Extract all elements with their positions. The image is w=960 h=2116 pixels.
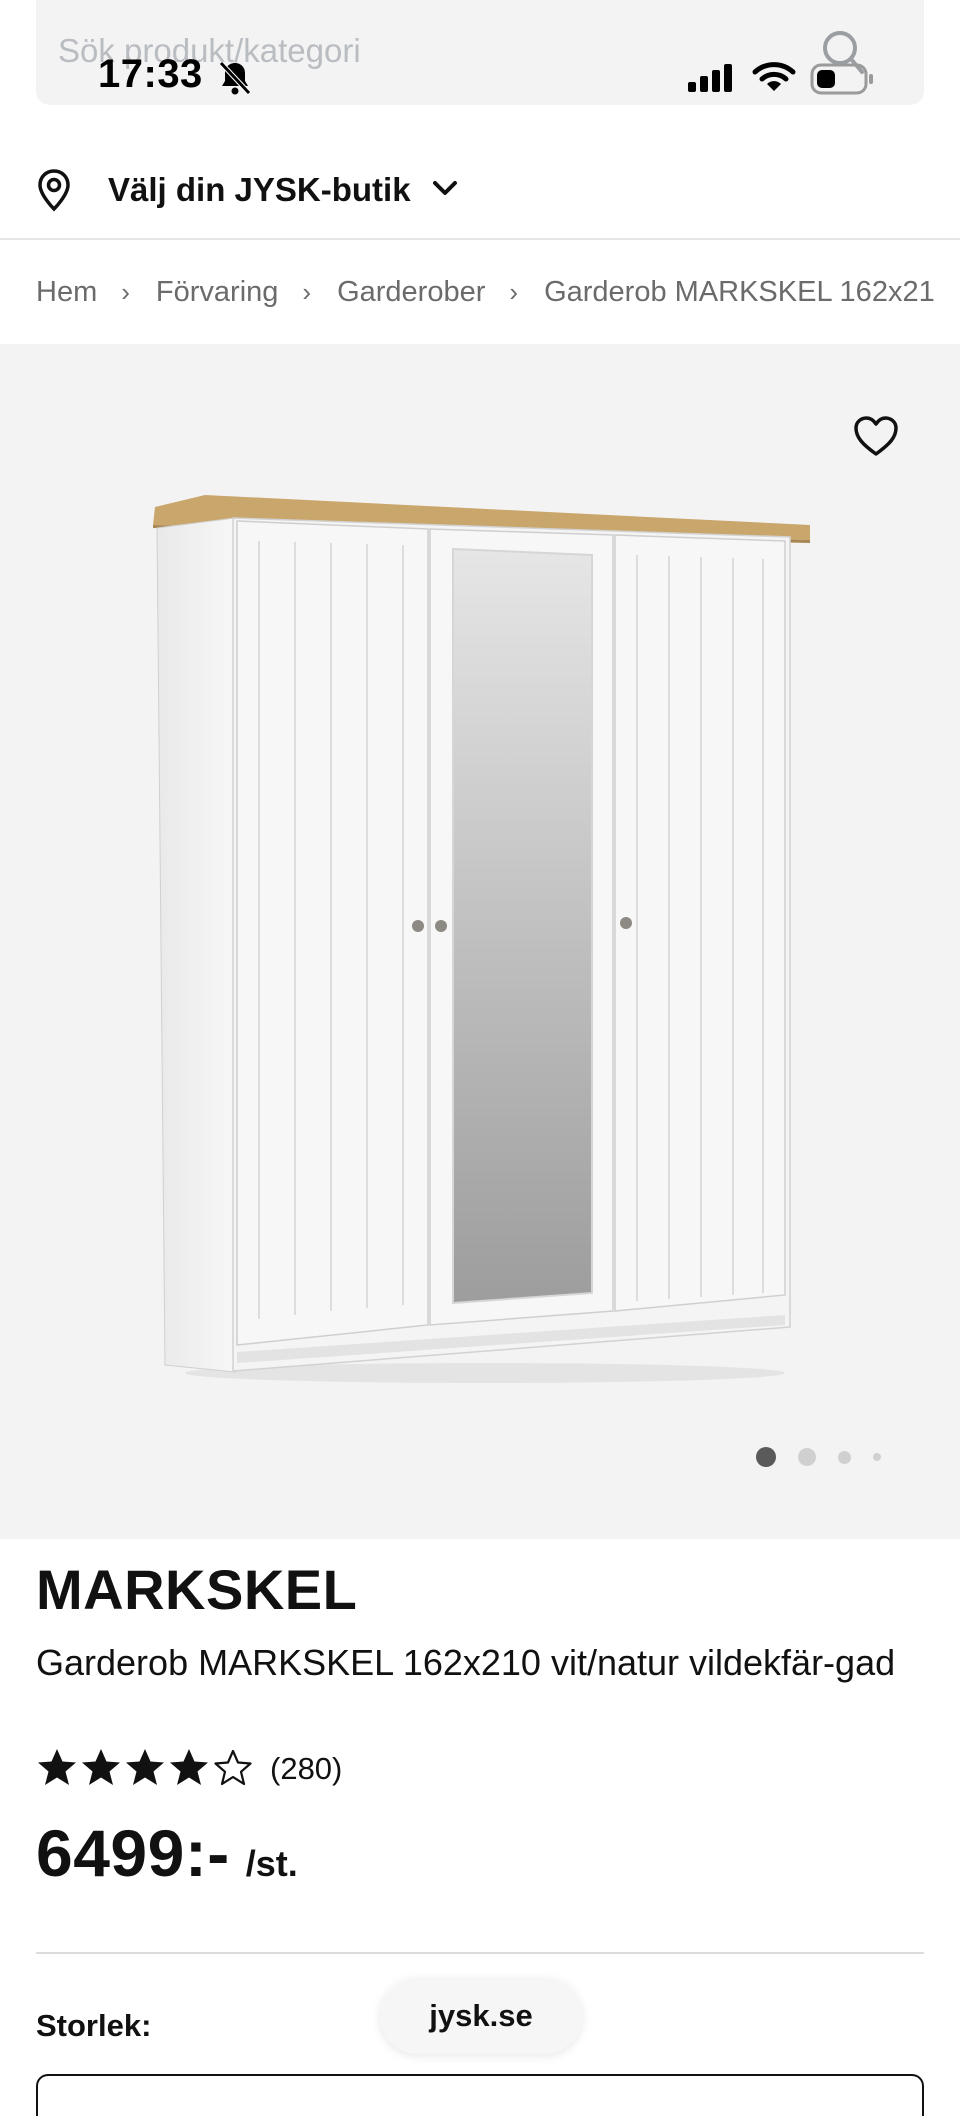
wifi-icon (752, 60, 796, 99)
star-outline-icon (212, 1747, 254, 1792)
product-title: Garderob MARKSKEL 162x210 vit/natur vild… (36, 1642, 896, 1683)
size-label: Storlek: (36, 2008, 152, 2043)
status-time: 17:33 (98, 52, 203, 96)
section-divider (36, 1952, 924, 1954)
bell-off-icon (218, 60, 252, 101)
chevron-right-icon: › (302, 276, 312, 307)
pagination-dot[interactable] (838, 1450, 851, 1464)
breadcrumb-item-forvaring[interactable]: Förvaring (156, 276, 279, 309)
product-brand: MARKSKEL (36, 1558, 358, 1621)
pagination-dot[interactable] (873, 1453, 881, 1461)
breadcrumb-item-current: Garderob MARKSKEL 162x21 (544, 275, 935, 308)
pagination-dot-active[interactable] (756, 1447, 776, 1467)
price-value: 6499:- (36, 1816, 230, 1890)
size-select[interactable] (36, 2074, 924, 2116)
product-rating[interactable]: (280) (36, 1745, 342, 1793)
chevron-right-icon: › (121, 276, 130, 307)
star-icon (80, 1747, 122, 1792)
chevron-right-icon: › (509, 276, 519, 307)
price-unit: /st. (245, 1843, 298, 1884)
breadcrumb-item-hem[interactable]: Hem (36, 276, 97, 309)
star-icon (168, 1747, 210, 1792)
star-icon (124, 1747, 166, 1792)
chevron-down-icon (431, 178, 459, 203)
browser-url: jysk.se (429, 1998, 533, 2033)
star-icon (36, 1747, 78, 1792)
pagination-dot[interactable] (798, 1448, 816, 1466)
battery-icon (810, 62, 876, 101)
heart-icon[interactable] (852, 414, 900, 463)
review-count[interactable]: (280) (270, 1751, 342, 1787)
store-selector[interactable]: Välj din JYSK-butik (36, 160, 459, 220)
product-image (145, 485, 815, 1390)
browser-url-pill[interactable]: jysk.se (380, 1978, 582, 2054)
pin-icon (36, 168, 72, 212)
gallery-pagination (756, 1447, 903, 1467)
breadcrumb: Hem › Förvaring › Garderober › Garderob … (36, 272, 935, 312)
store-selector-label: Välj din JYSK-butik (108, 171, 411, 208)
breadcrumb-item-garderober[interactable]: Garderober (337, 276, 485, 309)
price: 6499:- /st. (36, 1815, 298, 1891)
signal-icon (686, 62, 736, 99)
header-divider (0, 238, 960, 240)
